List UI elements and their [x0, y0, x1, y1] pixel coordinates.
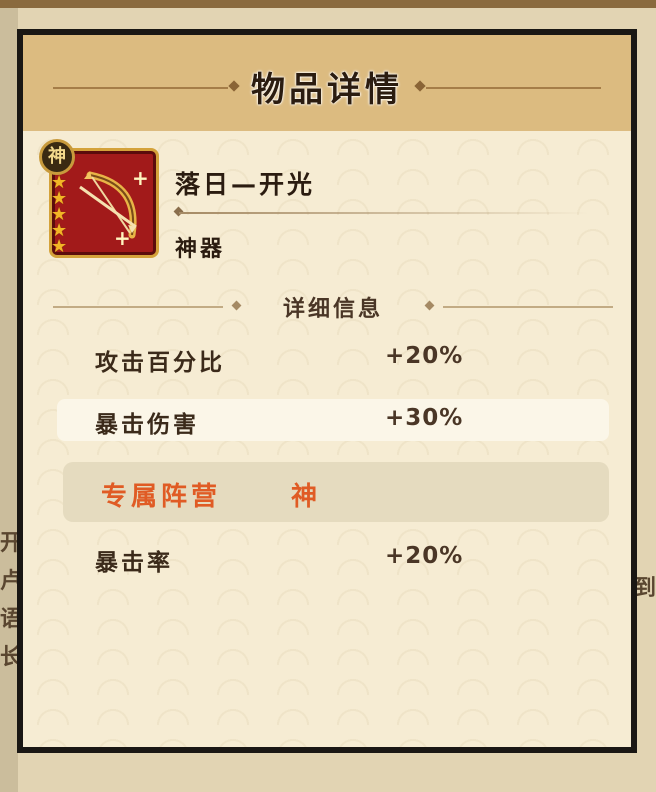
- background-text-right: 到: [634, 570, 656, 608]
- faction-label: 专属阵营: [101, 482, 222, 512]
- stat-value: +20%: [385, 543, 464, 569]
- svg-text:+: +: [114, 226, 131, 249]
- faction-value: 神: [291, 482, 318, 512]
- star-icon: ★: [51, 236, 68, 257]
- golden-bow-icon: + +: [79, 166, 149, 249]
- star-rating: ★ ★ ★ ★ ★: [51, 174, 68, 257]
- item-detail-panel: 物品详情 + + 神 ★ ★ ★ ★ ★ 落日—开光 神器 详细信息 攻击百分比…: [17, 29, 637, 753]
- header-divider: [53, 87, 228, 89]
- stat-label: 攻击百分比: [95, 350, 225, 376]
- item-name: 落日—开光: [175, 170, 316, 199]
- header-divider: [426, 87, 601, 89]
- exclusive-faction-row: 专属阵营 神: [63, 462, 609, 522]
- stat-row-crit-damage: 暴击伤害 +30%: [57, 399, 609, 441]
- section-divider: [443, 306, 613, 308]
- header-ornament: [228, 80, 240, 92]
- stat-row-crit-rate: 暴击率 +20%: [57, 537, 609, 579]
- details-section-header: 详细信息: [53, 291, 613, 322]
- stat-row-attack-percent: 攻击百分比 +20%: [57, 337, 609, 379]
- bg-char: 到: [633, 576, 656, 601]
- name-divider: [179, 212, 589, 214]
- stat-label: 暴击伤害: [95, 412, 199, 438]
- item-type: 神器: [175, 237, 226, 262]
- svg-text:+: +: [132, 166, 149, 190]
- stat-label: 暴击率: [95, 550, 173, 576]
- header-ornament: [414, 80, 426, 92]
- stat-value: +30%: [385, 405, 464, 431]
- panel-header: 物品详情: [23, 35, 631, 131]
- stat-value: +20%: [385, 343, 464, 369]
- god-rank-badge: 神: [39, 139, 75, 175]
- panel-title: 物品详情: [251, 69, 403, 110]
